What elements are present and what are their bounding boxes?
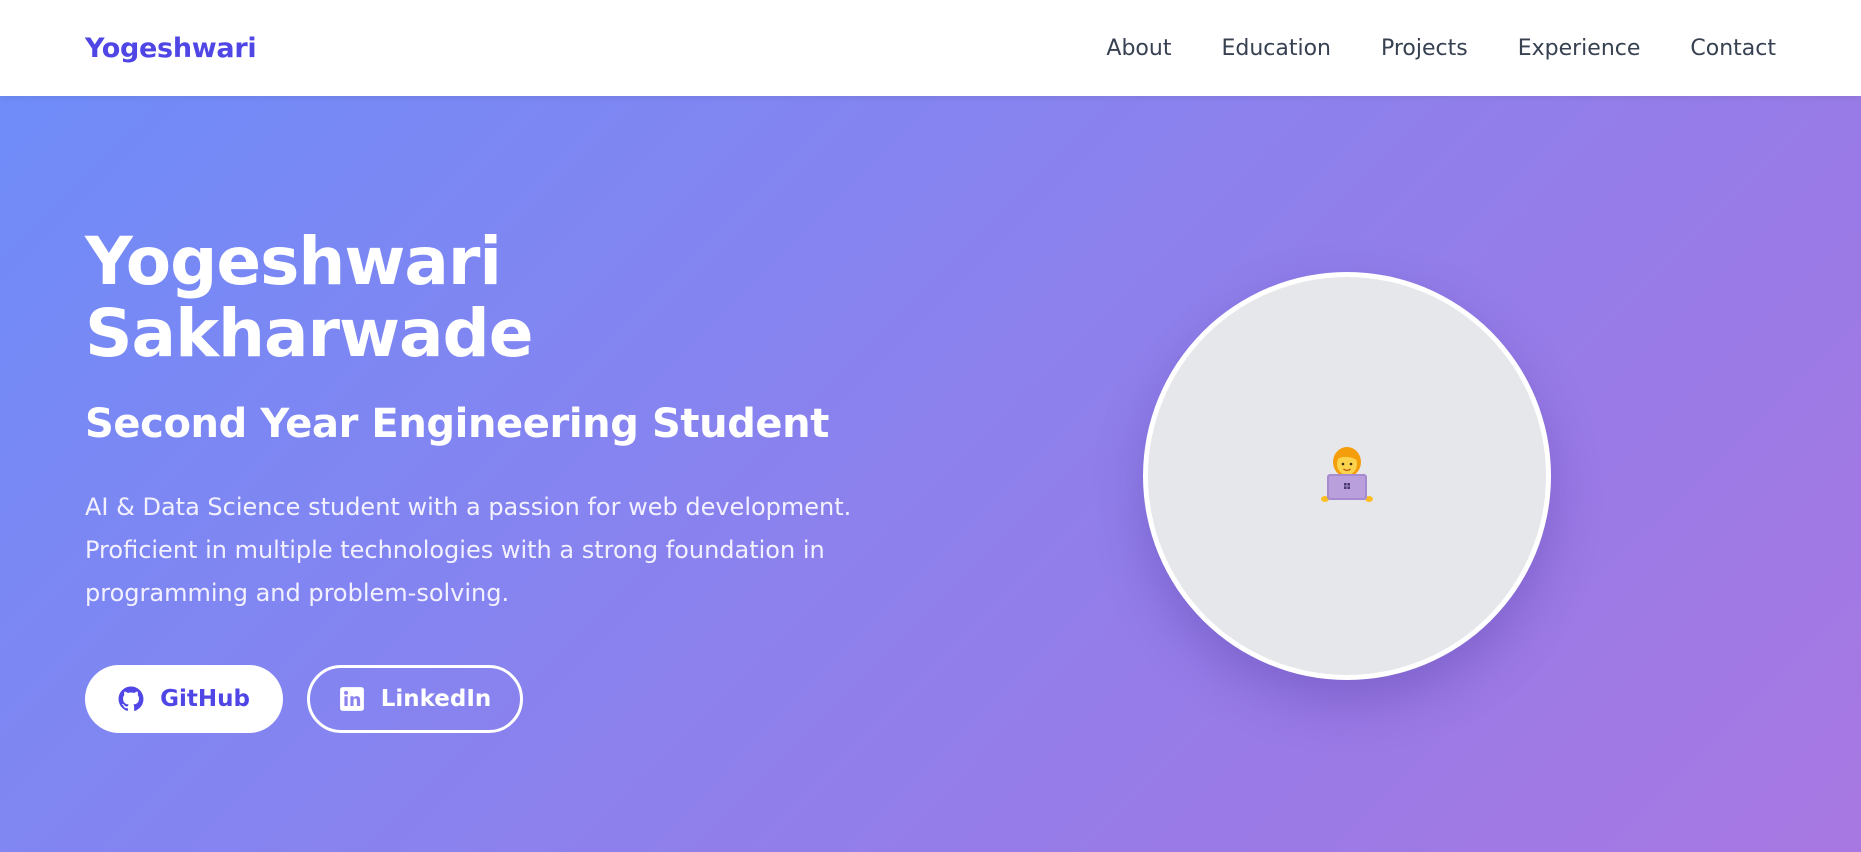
- nav-link-education[interactable]: Education: [1221, 36, 1331, 61]
- hero-description: AI & Data Science student with a passion…: [85, 486, 905, 615]
- nav-link-experience[interactable]: Experience: [1518, 36, 1641, 61]
- linkedin-icon: [339, 686, 365, 712]
- brand-logo[interactable]: Yogeshwari: [85, 33, 257, 64]
- navbar: Yogeshwari About Education Projects Expe…: [0, 0, 1861, 96]
- woman-technologist-icon: [1319, 444, 1375, 508]
- nav-link-about[interactable]: About: [1106, 36, 1171, 61]
- hero-section: Yogeshwari Sakharwade Second Year Engine…: [0, 96, 1861, 852]
- nav-link-projects[interactable]: Projects: [1381, 36, 1468, 61]
- github-button[interactable]: GitHub: [85, 665, 283, 733]
- hero-text: Yogeshwari Sakharwade Second Year Engine…: [85, 226, 905, 615]
- github-button-label: GitHub: [160, 686, 250, 712]
- hero-description-line: programming and problem-solving.: [85, 579, 510, 607]
- linkedin-button-label: LinkedIn: [380, 686, 492, 712]
- hero-name-last: Sakharwade: [85, 295, 534, 372]
- hero-description-line: AI & Data Science student with a passion…: [85, 493, 852, 521]
- profile-picture-frame: [1143, 272, 1551, 680]
- hero-subtitle: Second Year Engineering Student: [85, 401, 829, 447]
- hero-name: Yogeshwari Sakharwade: [85, 226, 905, 370]
- hero-description-line: Proficient in multiple technologies with…: [85, 536, 825, 564]
- nav-link-contact[interactable]: Contact: [1690, 36, 1776, 61]
- hero-name-first: Yogeshwari: [85, 223, 502, 300]
- linkedin-button[interactable]: LinkedIn: [307, 665, 523, 733]
- github-icon: [118, 686, 144, 712]
- profile-picture: [1148, 277, 1546, 675]
- social-buttons: GitHub LinkedIn: [85, 665, 523, 733]
- nav-links: About Education Projects Experience Cont…: [1056, 36, 1776, 61]
